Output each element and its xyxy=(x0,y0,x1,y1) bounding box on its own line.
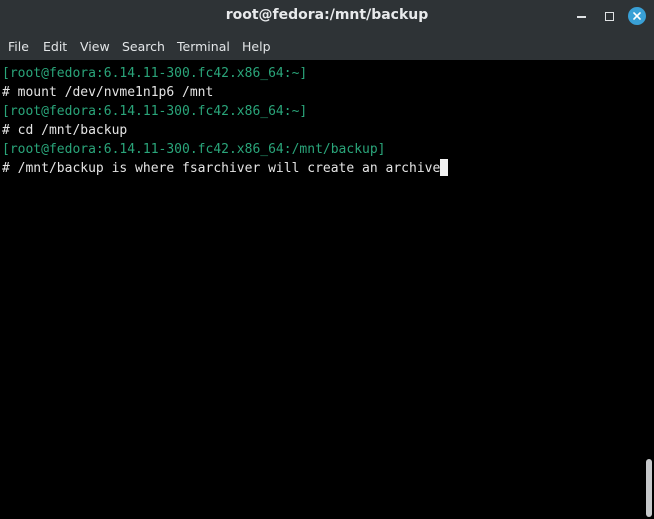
menu-terminal[interactable]: Terminal xyxy=(177,39,230,54)
close-icon xyxy=(628,7,646,25)
prompt-line: [root@fedora:6.14.11-300.fc42.x86_64:~] xyxy=(2,66,308,81)
terminal-output[interactable]: [root@fedora:6.14.11-300.fc42.x86_64:~] … xyxy=(0,60,643,519)
prompt-line: [root@fedora:6.14.11-300.fc42.x86_64:~] xyxy=(2,104,308,119)
current-input-line[interactable]: # /mnt/backup is where fsarchiver will c… xyxy=(2,159,449,178)
close-button[interactable] xyxy=(627,6,647,26)
title-bar[interactable]: root@fedora:/mnt/backup xyxy=(0,0,654,33)
menu-edit[interactable]: Edit xyxy=(43,39,67,54)
terminal-window: root@fedora:/mnt/backup File Edit View S… xyxy=(0,0,654,519)
window-title: root@fedora:/mnt/backup xyxy=(225,7,429,23)
maximize-button[interactable] xyxy=(599,6,619,26)
text-cursor xyxy=(440,159,449,176)
menu-view[interactable]: View xyxy=(80,39,110,54)
minimize-icon xyxy=(576,16,586,18)
command-line: # mount /dev/nvme1n1p6 /mnt xyxy=(2,85,214,100)
menu-bar: File Edit View Search Terminal Help xyxy=(0,33,654,60)
maximize-icon xyxy=(604,11,614,21)
menu-help[interactable]: Help xyxy=(242,39,271,54)
menu-file[interactable]: File xyxy=(8,39,29,54)
current-input-text: # /mnt/backup is where fsarchiver will c… xyxy=(2,161,441,176)
prompt-line: [root@fedora:6.14.11-300.fc42.x86_64:/mn… xyxy=(2,142,386,157)
menu-search[interactable]: Search xyxy=(122,39,165,54)
minimize-button[interactable] xyxy=(571,6,591,26)
command-line: # cd /mnt/backup xyxy=(2,123,128,138)
scrollbar-thumb[interactable] xyxy=(646,459,652,517)
vertical-scrollbar[interactable] xyxy=(643,60,654,519)
